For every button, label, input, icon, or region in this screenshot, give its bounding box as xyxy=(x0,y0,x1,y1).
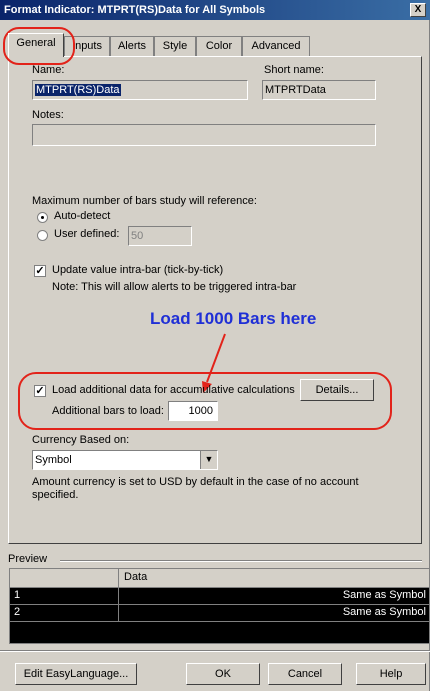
tab-label: General xyxy=(16,37,56,49)
cancel-button-label: Cancel xyxy=(287,668,323,680)
row-value: Same as Symbol xyxy=(342,589,426,601)
ok-button[interactable]: OK xyxy=(186,663,260,685)
column-separator xyxy=(118,605,119,621)
currency-note-line2: specified. xyxy=(32,489,79,501)
currency-label: Currency Based on: xyxy=(32,434,130,446)
row-number-header xyxy=(10,569,119,587)
help-button[interactable]: Help xyxy=(356,663,426,685)
edit-button-label: Edit EasyLanguage... xyxy=(23,668,129,680)
help-button-label: Help xyxy=(379,668,403,680)
preview-label: Preview xyxy=(8,553,48,565)
table-row[interactable]: 2 Same as Symbol xyxy=(10,605,429,622)
table-row[interactable]: 1 Same as Symbol xyxy=(10,588,429,605)
row-number: 2 xyxy=(14,606,21,618)
row-number: 1 xyxy=(14,589,21,601)
load-data-highlight xyxy=(18,372,392,430)
ok-button-label: OK xyxy=(215,668,231,680)
cancel-button[interactable]: Cancel xyxy=(268,663,342,685)
currency-select[interactable]: Symbol ▼ xyxy=(32,450,218,470)
edit-easylanguage-button[interactable]: Edit EasyLanguage... xyxy=(15,663,137,685)
data-column-header: Data xyxy=(124,571,148,583)
currency-note-line1: Amount currency is set to USD by default… xyxy=(32,476,359,488)
preview-grid[interactable]: Data 1 Same as Symbol 2 Same as Symbol xyxy=(9,568,430,644)
tab-general[interactable]: General xyxy=(8,33,64,57)
column-separator xyxy=(118,588,119,604)
preview-divider xyxy=(60,560,422,562)
format-indicator-dialog: Format Indicator: MTPRT(RS)Data for All … xyxy=(0,0,430,691)
bottom-divider xyxy=(0,650,430,652)
row-value: Same as Symbol xyxy=(342,606,426,618)
preview-grid-header: Data xyxy=(10,569,429,588)
chevron-down-icon[interactable]: ▼ xyxy=(200,451,217,469)
currency-value: Symbol xyxy=(35,454,72,466)
